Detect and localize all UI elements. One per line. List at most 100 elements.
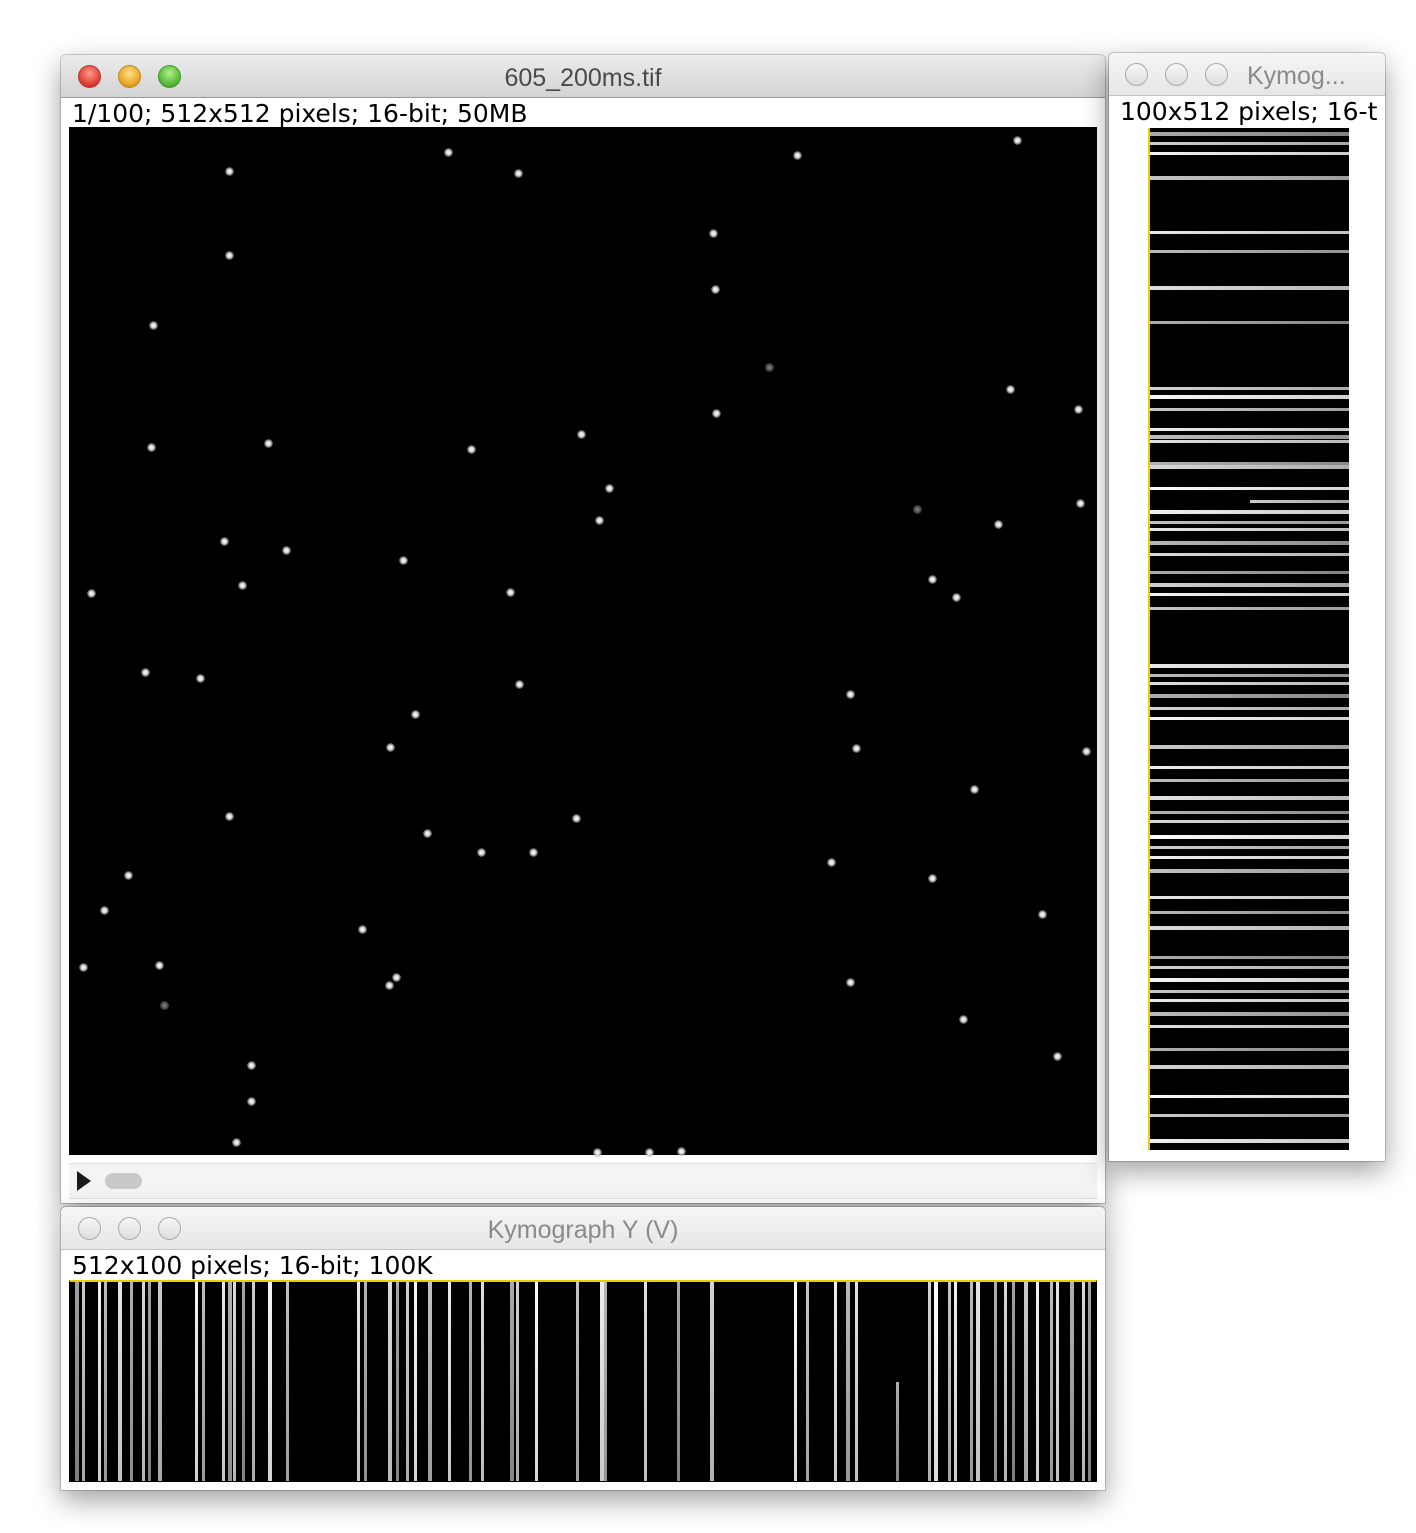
kymograph-streak [710, 1282, 714, 1481]
fluorescent-spot [467, 445, 476, 454]
fluorescent-spot [577, 430, 586, 439]
kymograph-streak [1150, 435, 1349, 439]
kymograph-streak [794, 1282, 797, 1481]
kymograph-streak [1088, 1282, 1091, 1481]
kymograph-streak [806, 1282, 809, 1481]
kymograph-streak [1082, 1282, 1085, 1481]
kymograph-streak [82, 1282, 85, 1481]
minimize-icon[interactable] [1165, 63, 1188, 86]
kymograph-streak [406, 1282, 409, 1481]
slider-thumb[interactable] [105, 1173, 142, 1189]
kymograph-streak [286, 1282, 289, 1481]
zoom-icon[interactable] [1205, 63, 1228, 86]
kymograph-x-window: Kymog... 100x512 pixels; 16-t [1109, 53, 1385, 1161]
kymograph-streak [98, 1282, 101, 1481]
fluorescent-spot [593, 1148, 602, 1157]
kymograph-streak [1024, 1282, 1028, 1481]
fluorescent-spot [765, 363, 774, 372]
fluorescent-spot [529, 848, 538, 857]
kymograph-streak [388, 1282, 392, 1481]
kymograph-streak [268, 1282, 272, 1481]
kymograph-streak [1150, 593, 1349, 596]
fluorescent-spot [827, 858, 836, 867]
kymograph-streak [516, 1282, 519, 1481]
image-canvas[interactable] [69, 127, 1097, 1157]
kymograph-streak [1150, 176, 1349, 180]
kymograph-streak [242, 1282, 245, 1481]
kymograph-streak [1150, 231, 1349, 234]
kymograph-streak [222, 1282, 225, 1481]
fluorescent-spot [225, 251, 234, 260]
fluorescent-spot [147, 443, 156, 452]
kymo-x-titlebar[interactable]: Kymog... [1109, 53, 1385, 96]
kymograph-streak [1150, 250, 1349, 253]
kymograph-streak [364, 1282, 367, 1481]
window-title: Kymog... [1247, 62, 1346, 90]
kymograph-streak [1150, 1025, 1349, 1028]
kymograph-streak [1150, 664, 1349, 668]
kymograph-streak [1150, 571, 1349, 574]
close-icon[interactable] [1125, 63, 1148, 86]
fluorescent-spot [264, 439, 273, 448]
kymograph-streak [970, 1282, 973, 1481]
kymograph-streak [1070, 1282, 1074, 1481]
kymograph-streak [448, 1282, 451, 1481]
main-window-titlebar[interactable]: 605_200ms.tif [61, 55, 1105, 98]
kymograph-y-canvas[interactable] [69, 1280, 1097, 1482]
kymograph-streak [896, 1382, 899, 1481]
fluorescent-spot [1038, 910, 1047, 919]
fluorescent-spot [994, 520, 1003, 529]
fluorescent-spot [952, 593, 961, 602]
kymograph-streak [1150, 956, 1349, 959]
fluorescent-spot [141, 668, 150, 677]
kymograph-streak [976, 1282, 980, 1481]
kymograph-streak [1150, 926, 1349, 930]
kymograph-streak [1150, 966, 1349, 969]
kymograph-streak [481, 1282, 484, 1481]
kymograph-streak [1150, 1139, 1349, 1143]
fluorescent-spot [1074, 405, 1083, 414]
fluorescent-spot [196, 674, 205, 683]
kymograph-streak [1150, 999, 1349, 1002]
kymograph-streak [1150, 487, 1349, 490]
kymograph-streak [1150, 321, 1349, 324]
image-info-text: 100x512 pixels; 16-t [1120, 97, 1378, 126]
kymograph-streak [1150, 978, 1349, 982]
fluorescent-spot [220, 537, 229, 546]
kymograph-x-canvas[interactable] [1148, 128, 1349, 1150]
fluorescent-spot [1013, 136, 1022, 145]
kymograph-streak [1150, 846, 1349, 849]
fluorescent-spot [959, 1015, 968, 1024]
kymograph-streak [1150, 717, 1349, 720]
kymograph-streak [1150, 528, 1349, 531]
fluorescent-spot [846, 978, 855, 987]
kymograph-streak [1150, 553, 1349, 556]
kymograph-streak [1150, 869, 1349, 873]
kymograph-streak [414, 1282, 417, 1481]
play-icon[interactable] [77, 1171, 91, 1191]
kymograph-streak [1150, 395, 1349, 399]
kymo-y-titlebar[interactable]: Kymograph Y (V) [61, 1207, 1105, 1250]
fluorescent-spot [155, 961, 164, 970]
kymograph-streak [1150, 896, 1349, 899]
kymograph-streak [1150, 1095, 1349, 1098]
fluorescent-spot [852, 744, 861, 753]
kymograph-streak [142, 1282, 145, 1481]
kymograph-streak [1150, 911, 1349, 914]
kymograph-streak [1050, 1282, 1053, 1481]
kymograph-streak [1150, 428, 1349, 431]
kymograph-streak [118, 1282, 122, 1481]
kymograph-streak [1150, 707, 1349, 710]
fluorescent-spot [793, 151, 802, 160]
kymograph-streak [428, 1282, 432, 1481]
fluorescent-spot [1082, 747, 1091, 756]
fluorescent-spot [506, 588, 515, 597]
kymograph-streak [195, 1282, 198, 1481]
fluorescent-spot [79, 963, 88, 972]
kymograph-streak [535, 1282, 538, 1481]
kymograph-streak [1150, 682, 1349, 685]
kymograph-streak [233, 1282, 236, 1481]
slice-slider[interactable] [69, 1163, 1097, 1199]
fluorescent-spot [1053, 1052, 1062, 1061]
fluorescent-spot [846, 690, 855, 699]
